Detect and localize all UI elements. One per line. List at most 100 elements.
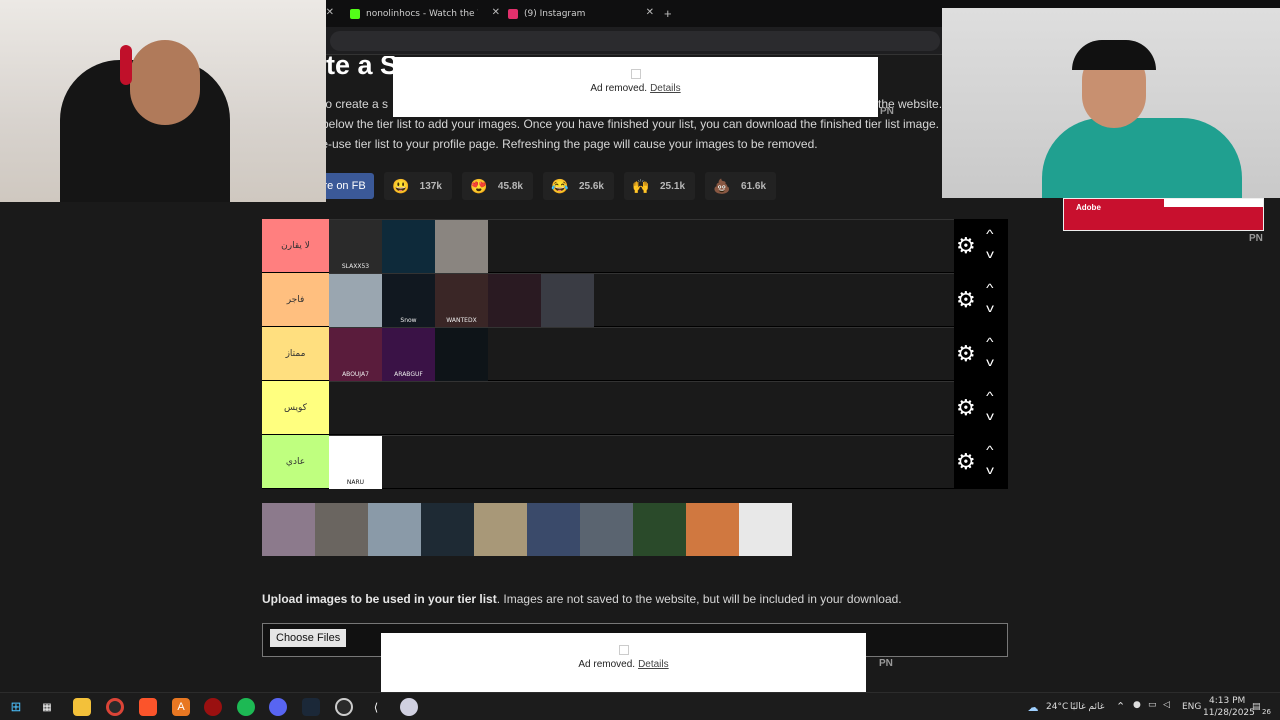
ad-details-link[interactable]: Details bbox=[638, 659, 669, 670]
adobe-bar bbox=[1164, 199, 1263, 207]
upload-instructions: Upload images to be used in your tier li… bbox=[262, 592, 902, 606]
pool-image-tile[interactable] bbox=[527, 503, 580, 556]
pool-image-tile[interactable] bbox=[368, 503, 421, 556]
tier-drop-zone[interactable]: ABOUJA7 ARABGUF bbox=[329, 327, 954, 381]
tier-controls: ⚙ ^ v bbox=[954, 219, 1008, 272]
tier-label[interactable]: فاجر bbox=[262, 273, 329, 326]
network-icon[interactable]: ▭ bbox=[1148, 700, 1157, 710]
close-icon[interactable]: ✕ bbox=[326, 7, 334, 18]
gear-icon[interactable]: ⚙ bbox=[956, 343, 976, 365]
choose-files-button[interactable]: Choose Files bbox=[270, 629, 347, 647]
tier-image-tile[interactable]: NARU bbox=[329, 436, 382, 489]
close-icon[interactable]: ✕ bbox=[646, 7, 654, 18]
new-tab-button[interactable]: + bbox=[664, 6, 672, 21]
capcut-icon[interactable]: ⟨ bbox=[367, 698, 385, 716]
weather-desc[interactable]: غائم غالبًا bbox=[1070, 702, 1104, 712]
tier-image-tile[interactable]: SLAXX53 bbox=[329, 220, 382, 273]
chevron-down-icon[interactable]: v bbox=[986, 302, 994, 314]
tile-caption: Snow bbox=[400, 317, 417, 324]
app-a-icon[interactable]: A bbox=[172, 698, 190, 716]
pool-image-tile[interactable] bbox=[580, 503, 633, 556]
clock-time[interactable]: 4:13 PM bbox=[1209, 696, 1245, 706]
tier-label[interactable]: عادي bbox=[262, 435, 329, 488]
unranked-image-pool bbox=[262, 503, 792, 556]
clock-date[interactable]: 11/28/2025 bbox=[1203, 708, 1255, 718]
chevron-up-icon[interactable]: ^ bbox=[986, 336, 993, 348]
weather-temp[interactable]: 24°C bbox=[1046, 702, 1068, 712]
reaction-button[interactable]: 🙌 25.1k bbox=[623, 172, 696, 200]
chevron-up-icon[interactable]: ^ bbox=[986, 444, 993, 456]
reaction-button[interactable]: 😂 25.6k bbox=[542, 172, 614, 200]
file-explorer-icon[interactable] bbox=[73, 698, 91, 716]
chevron-up-icon[interactable]: ^ bbox=[986, 282, 993, 294]
tier-drop-zone[interactable]: NARU bbox=[329, 435, 954, 489]
tier-image-tile[interactable]: Snow bbox=[382, 274, 435, 327]
pool-image-tile[interactable] bbox=[315, 503, 368, 556]
tier-image-tile[interactable]: ABOUJA7 bbox=[329, 328, 382, 381]
tier-drop-zone[interactable]: SLAXX53 bbox=[329, 219, 954, 273]
tier-row: عادي NARU ⚙ ^ v bbox=[262, 435, 1008, 489]
language-indicator[interactable]: ENG bbox=[1182, 702, 1201, 712]
reaction-button[interactable]: 😃 137k bbox=[383, 172, 452, 200]
tier-label[interactable]: لا يقارن bbox=[262, 219, 329, 272]
chevron-down-icon[interactable]: v bbox=[986, 248, 994, 260]
chevron-up-icon[interactable]: ⌃ bbox=[1116, 700, 1125, 713]
tier-image-tile[interactable] bbox=[435, 220, 488, 273]
tier-label[interactable]: ممتاز bbox=[262, 327, 329, 380]
gear-icon[interactable]: ⚙ bbox=[956, 397, 976, 419]
spotify-icon[interactable] bbox=[237, 698, 255, 716]
microphone-icon[interactable]: ● bbox=[1133, 700, 1141, 710]
chrome-icon[interactable] bbox=[106, 698, 124, 716]
kick-icon bbox=[350, 9, 360, 19]
gear-icon[interactable]: ⚙ bbox=[956, 235, 976, 257]
tier-drop-zone[interactable] bbox=[329, 381, 954, 434]
tier-image-tile[interactable]: WANTEDX bbox=[435, 274, 488, 327]
chevron-up-icon[interactable]: ^ bbox=[986, 390, 993, 402]
app-red-icon[interactable] bbox=[204, 698, 222, 716]
tier-label[interactable]: كويس bbox=[262, 381, 329, 434]
tier-image-tile[interactable] bbox=[329, 274, 382, 327]
close-icon[interactable]: ✕ bbox=[492, 7, 500, 18]
ad-details-link[interactable]: Details bbox=[650, 83, 681, 94]
tier-image-tile[interactable] bbox=[382, 220, 435, 273]
discord-icon[interactable] bbox=[269, 698, 287, 716]
app-game-icon[interactable] bbox=[400, 698, 418, 716]
reaction-button[interactable]: 😍 45.8k bbox=[461, 172, 533, 200]
gear-icon[interactable]: ⚙ bbox=[956, 451, 976, 473]
tier-image-tile[interactable]: ARABGUF bbox=[382, 328, 435, 381]
webcam-right bbox=[942, 8, 1280, 198]
chevron-up-icon[interactable]: ^ bbox=[986, 228, 993, 240]
gear-icon[interactable]: ⚙ bbox=[956, 289, 976, 311]
steam-icon[interactable] bbox=[302, 698, 320, 716]
pool-image-tile[interactable] bbox=[686, 503, 739, 556]
pool-image-tile[interactable] bbox=[633, 503, 686, 556]
chevron-down-icon[interactable]: v bbox=[986, 356, 994, 368]
tier-image-tile[interactable] bbox=[541, 274, 594, 327]
ad-placeholder-icon bbox=[618, 645, 629, 655]
page-title: te a S bbox=[326, 56, 399, 80]
pool-image-tile[interactable] bbox=[739, 503, 792, 556]
volume-icon[interactable]: ◁ bbox=[1163, 700, 1170, 710]
share-row: tter Share on FB 😃137k😍45.8k😂25.6k🙌25.1k… bbox=[262, 172, 777, 200]
notifications-icon[interactable]: ▤ bbox=[1252, 702, 1261, 712]
url-field[interactable] bbox=[330, 31, 940, 51]
task-view-icon[interactable]: ▦ bbox=[38, 698, 56, 716]
chevron-down-icon[interactable]: v bbox=[986, 410, 994, 422]
chevron-down-icon[interactable]: v bbox=[986, 464, 994, 476]
tier-drop-zone[interactable]: Snow WANTEDX bbox=[329, 273, 954, 327]
reaction-button[interactable]: 💩 61.6k bbox=[705, 172, 777, 200]
pool-image-tile[interactable] bbox=[474, 503, 527, 556]
tier-image-tile[interactable] bbox=[488, 274, 541, 327]
brave-icon[interactable] bbox=[139, 698, 157, 716]
tier-image-tile[interactable] bbox=[435, 328, 488, 381]
pool-image-tile[interactable] bbox=[262, 503, 315, 556]
start-icon[interactable]: ⊞ bbox=[7, 698, 25, 716]
pool-image-tile[interactable] bbox=[421, 503, 474, 556]
weather-icon[interactable]: ☁ bbox=[1024, 698, 1042, 716]
tile-caption: ARABGUF bbox=[394, 371, 423, 378]
tab-label: (9) Instagram bbox=[524, 9, 586, 19]
tab-kick-vod[interactable]: nonolinhocs - Watch the VOD | ✕ bbox=[350, 4, 500, 24]
tab-instagram[interactable]: (9) Instagram ✕ bbox=[508, 4, 654, 24]
pn-label: PN bbox=[880, 106, 894, 117]
obs-icon[interactable] bbox=[335, 698, 353, 716]
